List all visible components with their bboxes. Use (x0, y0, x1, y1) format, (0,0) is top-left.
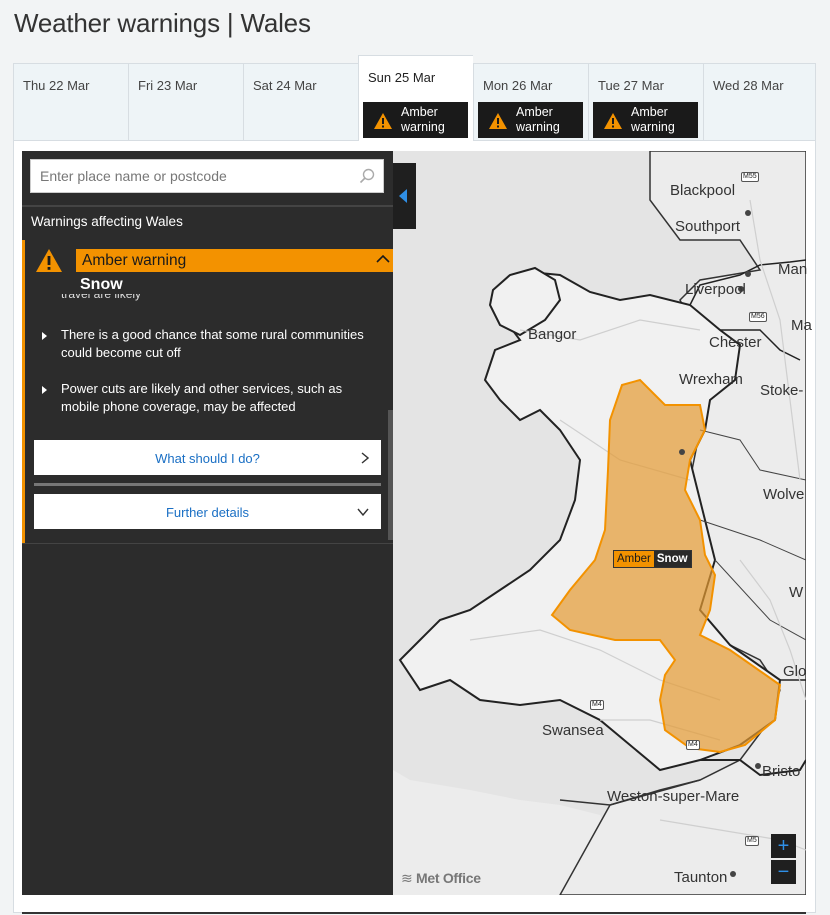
further-details-button[interactable]: Further details (34, 494, 381, 529)
collapse-panel-button[interactable] (393, 163, 416, 229)
warning-level-toggle[interactable]: Amber warning (76, 249, 393, 272)
warning-triangle-icon (36, 249, 62, 272)
divider (22, 205, 393, 207)
impact-list: There is a good chance that some rural c… (35, 326, 375, 434)
map-label-weston-super-mare: Weston-super-Mare (607, 788, 740, 805)
search-icon[interactable] (359, 168, 375, 184)
met-office-logo: ≋ Met Office (401, 870, 481, 887)
impact-item: Power cuts are likely and other services… (35, 380, 375, 416)
map-label-wrexham: Wrexham (679, 371, 743, 388)
map-warning-pin[interactable]: Amber Snow (613, 550, 692, 568)
search-box (30, 159, 384, 193)
impact-item: There is a good chance that some rural c… (35, 326, 375, 362)
tab-mon-26-mar[interactable]: Mon 26 Mar Amber warning (473, 63, 588, 141)
tab-day-label: Thu 22 Mar (23, 78, 90, 93)
warning-level-label: Amber warning (82, 252, 187, 269)
divider (22, 543, 393, 544)
map-place-dot (730, 871, 736, 877)
zoom-out-button[interactable]: − (771, 860, 796, 884)
map-label-taunton: Taunton (674, 869, 728, 886)
tab-wed-28-mar[interactable]: Wed 28 Mar (703, 63, 816, 141)
what-should-i-do-label: What should I do? (155, 451, 260, 466)
tab-day-label: Mon 26 Mar (483, 78, 553, 93)
badge-line-2: warning (631, 120, 675, 134)
map-label-blackpool: Blackpool (670, 182, 736, 199)
warnings-sidebar: Warnings affecting Wales Amber warning S… (22, 151, 393, 895)
zoom-in-button[interactable]: + (771, 834, 796, 858)
warning-triangle-icon (604, 113, 622, 129)
map-label-bangor: Bangor (528, 326, 577, 343)
pin-level: Amber (614, 551, 654, 567)
badge-line-2: warning (401, 120, 445, 134)
motorway-shield: M56 (749, 312, 767, 322)
what-should-i-do-button[interactable]: What should I do? (34, 440, 381, 475)
clipped-bullet-text: travel are likely (61, 294, 142, 301)
amber-warning-badge: Amber warning (478, 102, 583, 138)
map-label-worcester: W (789, 584, 804, 601)
badge-line-1: Amber (401, 105, 438, 119)
map-place-dot (745, 210, 751, 216)
badge-line-2: warning (516, 120, 560, 134)
map-place-dot (755, 763, 761, 769)
motorway-shield: M4 (590, 700, 604, 710)
tab-tue-27-mar[interactable]: Tue 27 Mar Amber warning (588, 63, 703, 141)
map-label-chester: Chester (709, 334, 762, 351)
chevron-down-icon (357, 508, 369, 516)
warning-triangle-icon (374, 113, 392, 129)
tab-day-label: Sat 24 Mar (253, 78, 317, 93)
pin-type: Snow (653, 551, 691, 567)
amber-warning-badge: Amber warning (363, 102, 468, 138)
chevron-right-icon (361, 452, 369, 464)
warning-type: Snow (80, 276, 123, 293)
tab-thu-22-mar[interactable]: Thu 22 Mar (13, 63, 128, 141)
badge-line-1: Amber (631, 105, 668, 119)
tab-day-label: Fri 23 Mar (138, 78, 198, 93)
motorway-shield: M4 (686, 740, 700, 750)
tab-sun-25-mar[interactable]: Sun 25 Mar Amber warning (358, 55, 473, 141)
map-label-southport: Southport (675, 218, 741, 235)
chevron-up-icon (376, 254, 390, 263)
divider (34, 483, 381, 486)
warnings-heading: Warnings affecting Wales (31, 214, 183, 229)
map-label-gloucester: Glo (783, 663, 807, 680)
map-canvas[interactable] (393, 151, 806, 895)
warnings-map[interactable] (393, 151, 806, 895)
tab-day-label: Wed 28 Mar (713, 78, 784, 93)
map-label-macclesfield: Ma (791, 317, 812, 334)
map-label-stoke: Stoke- (760, 382, 804, 399)
map-label-manchester: Man (778, 261, 808, 278)
badge-line-1: Amber (516, 105, 553, 119)
warning-card: Amber warning Snow travel are likely The… (22, 240, 393, 543)
day-tabs: Thu 22 Mar Fri 23 Mar Sat 24 Mar Sun 25 … (13, 55, 816, 141)
page-title: Weather warnings | Wales (14, 8, 311, 38)
map-label-bristol: Bristo (762, 763, 801, 780)
search-input[interactable] (31, 160, 369, 192)
motorway-shield: M5 (745, 836, 759, 846)
warning-triangle-icon (489, 113, 507, 129)
map-label-liverpool: Liverpool (685, 281, 746, 298)
met-office-logo-icon: ≋ (401, 870, 413, 886)
motorway-shield: M55 (741, 172, 759, 182)
scrollbar[interactable] (388, 410, 393, 540)
tab-day-label: Tue 27 Mar (598, 78, 664, 93)
tab-sat-24-mar[interactable]: Sat 24 Mar (243, 63, 358, 141)
further-details-label: Further details (165, 505, 250, 520)
map-place-dot (679, 449, 685, 455)
amber-warning-badge: Amber warning (593, 102, 698, 138)
met-office-logo-text: Met Office (416, 870, 481, 886)
map-place-dot (745, 271, 751, 277)
arrow-left-icon (399, 189, 407, 203)
map-label-swansea: Swansea (542, 722, 604, 739)
tab-day-label: Sun 25 Mar (368, 70, 436, 85)
panel-bottom-border (22, 912, 806, 914)
map-label-wolverhampton: Wolve (763, 486, 805, 503)
tab-fri-23-mar[interactable]: Fri 23 Mar (128, 63, 243, 141)
